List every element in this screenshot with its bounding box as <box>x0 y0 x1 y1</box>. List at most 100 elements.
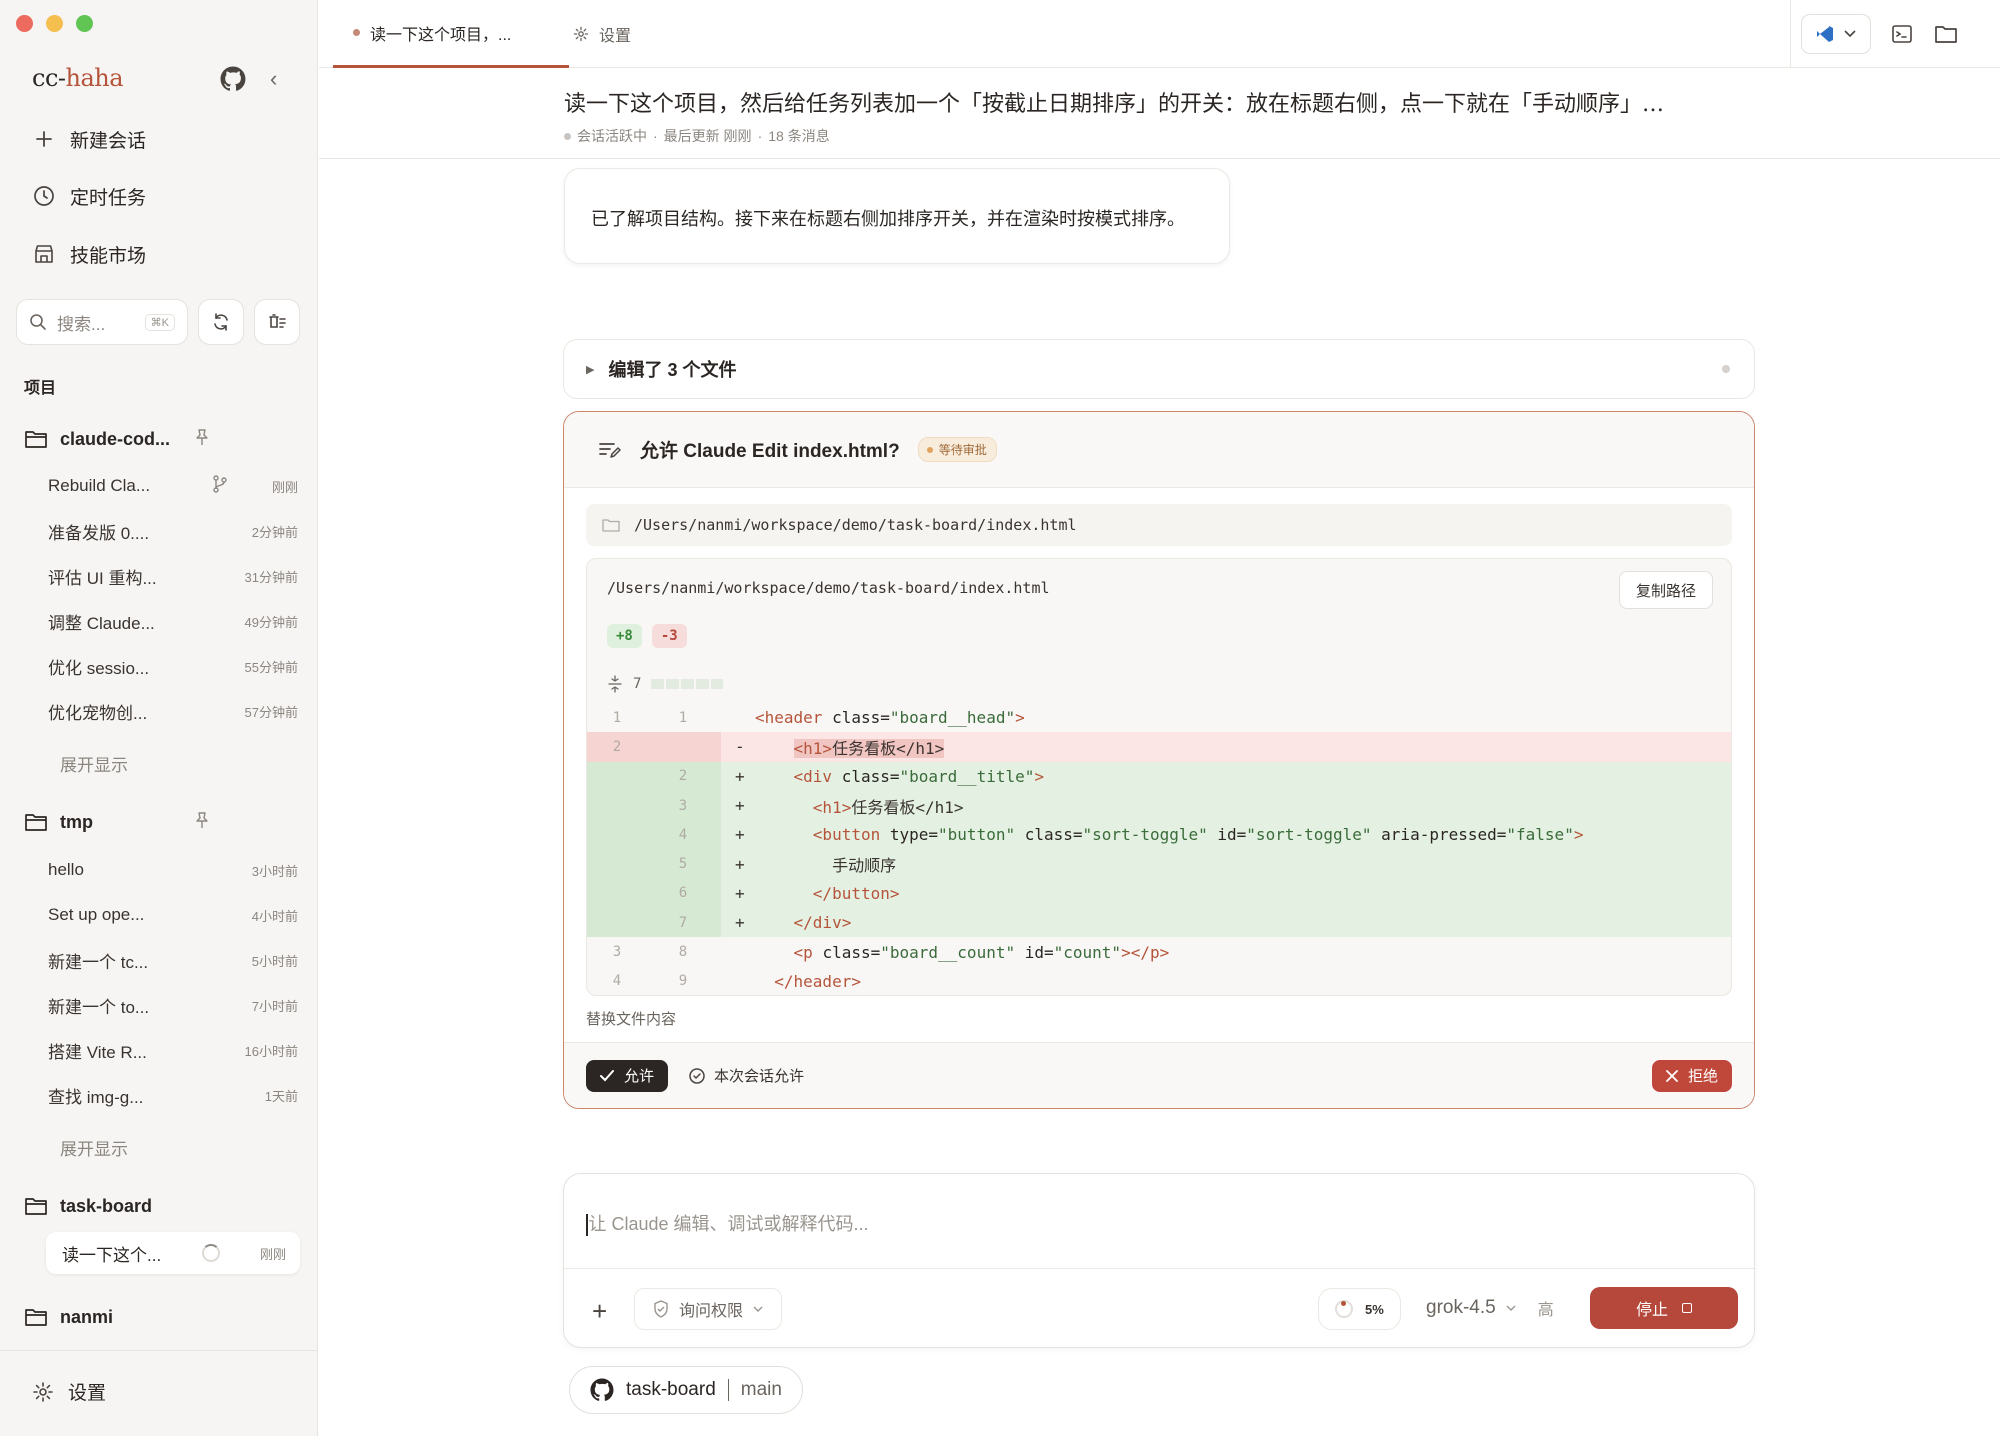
code-tag: <button <box>812 825 890 845</box>
projects-section-label: 项目 <box>24 380 57 397</box>
session-title: Rebuild Cla... <box>48 476 151 495</box>
brand-prefix: cc- <box>32 64 66 92</box>
code-attr: class= <box>841 766 900 786</box>
operation-note: 替换文件内容 <box>586 1011 677 1028</box>
close-window-button[interactable] <box>16 15 33 32</box>
window-controls <box>16 15 93 32</box>
tab-conversation[interactable]: 读一下这个项目，... <box>333 0 569 68</box>
search-row: 搜索... ⌘K <box>16 299 300 345</box>
project-claude-code[interactable]: claude-cod... <box>24 424 208 454</box>
effort-level[interactable]: 高 <box>1538 1296 1554 1320</box>
project-name: task-board <box>60 1195 153 1216</box>
copy-path-button[interactable]: 复制路径 <box>1618 571 1713 609</box>
bulk-delete-button[interactable] <box>254 299 300 345</box>
session-item[interactable]: 新建一个 tc... 5小时前 <box>48 944 298 976</box>
refresh-button[interactable] <box>198 299 244 345</box>
refresh-icon <box>214 313 228 331</box>
new-line-number: 5 <box>678 856 688 873</box>
diff-line: 1 1 <header class="board__head"> <box>587 703 1731 732</box>
code-attr: aria-pressed= <box>1371 825 1507 845</box>
diff-sign: + <box>735 913 745 933</box>
allow-button[interactable]: 允许 <box>586 1059 669 1092</box>
terminal-icon[interactable] <box>1889 21 1915 47</box>
session-item[interactable]: 新建一个 to... 7小时前 <box>48 989 298 1021</box>
code-text: <div class="board__title"> <box>755 767 1044 786</box>
chevron-down-icon <box>1506 1305 1516 1311</box>
composer: 让 Claude 编辑、调试或解释代码... + 询问权限 5% grok-4.… <box>563 1173 1755 1348</box>
reject-button[interactable]: 拒绝 <box>1651 1059 1732 1092</box>
project-task-board[interactable]: task-board <box>24 1191 152 1221</box>
pin-icon[interactable] <box>194 811 210 834</box>
stop-button[interactable]: 停止 <box>1590 1287 1738 1329</box>
tab-status-dot <box>353 29 360 36</box>
permission-mode-select[interactable]: 询问权限 <box>634 1288 783 1330</box>
sidebar-settings[interactable]: 设置 <box>32 1378 106 1405</box>
tab-settings[interactable]: 设置 <box>573 0 631 68</box>
session-status: 会话活跃中 <box>577 128 647 144</box>
message-input[interactable]: 让 Claude 编辑、调试或解释代码... <box>586 1210 869 1236</box>
sidebar: cc-haha ‹ 新建会话 定时任务 技能市场 搜索... ⌘K 项目 cla… <box>0 0 318 1436</box>
code-text: </div> <box>755 913 852 933</box>
session-item[interactable]: Rebuild Cla... 刚刚 <box>48 470 298 502</box>
pin-icon[interactable] <box>194 428 210 451</box>
project-name: tmp <box>60 811 93 832</box>
session-title: 新建一个 tc... <box>48 952 149 972</box>
session-time: 2分钟前 <box>251 524 298 540</box>
session-item[interactable]: hello 3小时前 <box>48 854 298 886</box>
diff-line: 6 + </button> <box>587 878 1731 909</box>
model-select[interactable]: grok-4.5 高 <box>1426 1296 1554 1320</box>
session-item[interactable]: 调整 Claude... 49分钟前 <box>48 605 298 637</box>
attach-plus-icon[interactable]: + <box>592 1296 607 1327</box>
gear-icon <box>573 26 589 42</box>
search-input[interactable]: 搜索... ⌘K <box>16 299 188 345</box>
session-item[interactable]: Set up ope... 4小时前 <box>48 899 298 931</box>
github-icon[interactable] <box>220 66 246 92</box>
session-item[interactable]: 优化 sessio... 55分钟前 <box>48 650 298 682</box>
collapse-sidebar-icon[interactable]: ‹ <box>270 66 292 92</box>
hunk-bar <box>651 679 724 689</box>
chip-separator <box>727 1379 729 1401</box>
session-item[interactable]: 评估 UI 重构... 31分钟前 <box>48 560 298 592</box>
code-tag: </div> <box>793 913 852 933</box>
maximize-window-button[interactable] <box>76 15 93 32</box>
nav-label: 定时任务 <box>70 187 147 209</box>
diff-sign: + <box>735 825 745 845</box>
project-nanmi[interactable]: nanmi <box>24 1302 113 1332</box>
context-usage-indicator[interactable]: 5% <box>1318 1288 1401 1330</box>
top-right-actions <box>1790 0 2000 68</box>
expand-more-link[interactable]: 展开显示 <box>60 751 128 776</box>
open-in-editor-dropdown[interactable] <box>1801 14 1871 54</box>
expand-more-link[interactable]: 展开显示 <box>60 1135 128 1160</box>
project-tmp[interactable]: tmp <box>24 807 208 837</box>
header-divider <box>319 158 2000 159</box>
edited-files-summary[interactable]: ▶ 编辑了 3 个文件 <box>563 339 1755 399</box>
hunk-header[interactable]: 7 <box>607 675 724 693</box>
diff-sign: + <box>735 766 745 786</box>
repo-branch-chip[interactable]: task-board main <box>569 1366 803 1414</box>
diff-sign: + <box>735 883 745 903</box>
code-text: <header class="board__head"> <box>755 708 1025 727</box>
session-item-active[interactable]: 读一下这个... 刚刚 <box>46 1232 300 1274</box>
nav-new-session[interactable]: 新建会话 <box>32 121 146 157</box>
session-time: 1天前 <box>264 1088 298 1104</box>
session-item[interactable]: 查找 img-g... 1天前 <box>48 1079 298 1111</box>
diff-sign: - <box>735 737 745 757</box>
diff-line: 7 + </div> <box>587 908 1731 938</box>
code-tag: <p <box>793 942 823 962</box>
minimize-window-button[interactable] <box>46 15 63 32</box>
allow-session-button[interactable]: 本次会话允许 <box>688 1065 804 1086</box>
session-item[interactable]: 优化宠物创... 57分钟前 <box>48 695 298 727</box>
clock-icon <box>32 184 56 208</box>
nav-scheduled-tasks[interactable]: 定时任务 <box>32 178 146 214</box>
tab-label: 设置 <box>599 28 632 45</box>
allow-label: 允许 <box>624 1068 655 1085</box>
code-rest: 任务看板</h1> <box>851 797 964 817</box>
diff-viewer: /Users/nanmi/workspace/demo/task-board/i… <box>586 558 1732 996</box>
project-name: nanmi <box>60 1306 114 1327</box>
nav-skill-market[interactable]: 技能市场 <box>32 236 146 272</box>
folder-icon[interactable] <box>1933 21 1959 47</box>
chevron-down-icon <box>753 1306 763 1312</box>
session-item[interactable]: 准备发版 0.... 2分钟前 <box>48 515 298 547</box>
new-line-number: 4 <box>678 826 688 843</box>
session-item[interactable]: 搭建 Vite R... 16小时前 <box>48 1034 298 1066</box>
